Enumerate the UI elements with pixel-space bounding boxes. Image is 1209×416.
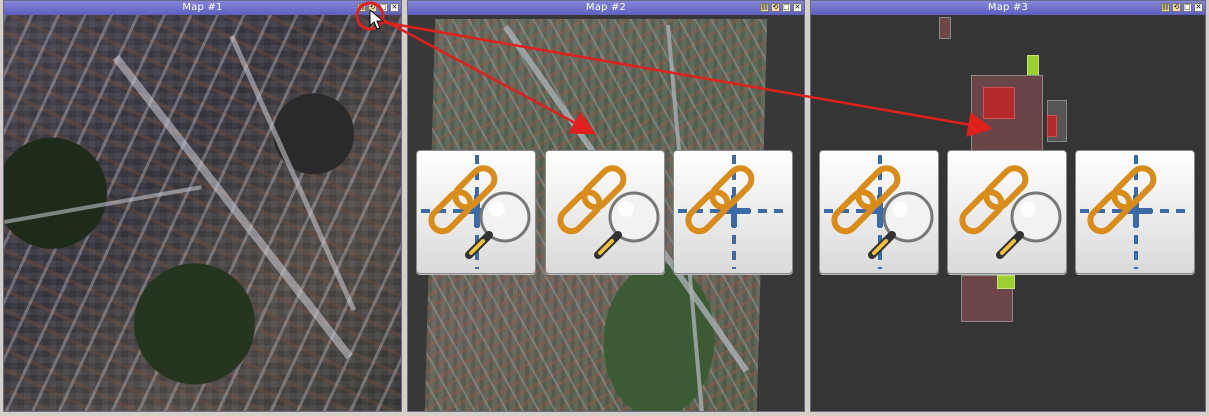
link-icon[interactable]: ⛓ [760, 3, 769, 12]
link-icon[interactable]: ⛓ [357, 3, 366, 12]
link-zoom-tool[interactable] [947, 150, 1067, 274]
sync-icon[interactable]: ⟲ [368, 3, 377, 12]
map-view-satellite[interactable] [4, 15, 401, 411]
close-icon[interactable]: ✕ [793, 3, 802, 12]
link-icon[interactable]: ⛓ [1161, 3, 1170, 12]
link-pan-tool[interactable] [1075, 150, 1195, 274]
link-zoom-icon [557, 165, 660, 259]
maximize-icon[interactable]: □ [379, 3, 388, 12]
window-title: Map #2 [585, 2, 627, 13]
link-zoom-tool[interactable] [545, 150, 665, 274]
sync-icon[interactable]: ⟲ [771, 3, 780, 12]
window-titlebar[interactable]: Map #2 ⛓ ⟲ □ ✕ [408, 1, 804, 15]
maximize-icon[interactable]: □ [1183, 3, 1192, 12]
link-zoom-icon [959, 165, 1062, 259]
window-title: Map #1 [182, 2, 223, 13]
link-pan-zoom-tool[interactable] [416, 150, 536, 274]
maximize-icon[interactable]: □ [782, 3, 791, 12]
link-pan-tool[interactable] [673, 150, 793, 274]
link-pan-zoom-tool[interactable] [819, 150, 939, 274]
map-window-1: Map #1 ⛓ ⟲ □ ✕ [3, 0, 402, 412]
link-pan-zoom-icon [824, 155, 936, 269]
close-icon[interactable]: ✕ [390, 3, 399, 12]
window-title: Map #3 [987, 2, 1029, 13]
link-pan-icon [1080, 155, 1192, 269]
close-icon[interactable]: ✕ [1194, 3, 1203, 12]
sync-icon[interactable]: ⟲ [1172, 3, 1181, 12]
link-pan-icon [678, 155, 790, 269]
link-pan-zoom-icon [421, 155, 533, 269]
window-titlebar[interactable]: Map #1 ⛓ ⟲ □ ✕ [4, 1, 401, 15]
window-titlebar[interactable]: Map #3 ⛓ ⟲ □ ✕ [811, 1, 1205, 15]
